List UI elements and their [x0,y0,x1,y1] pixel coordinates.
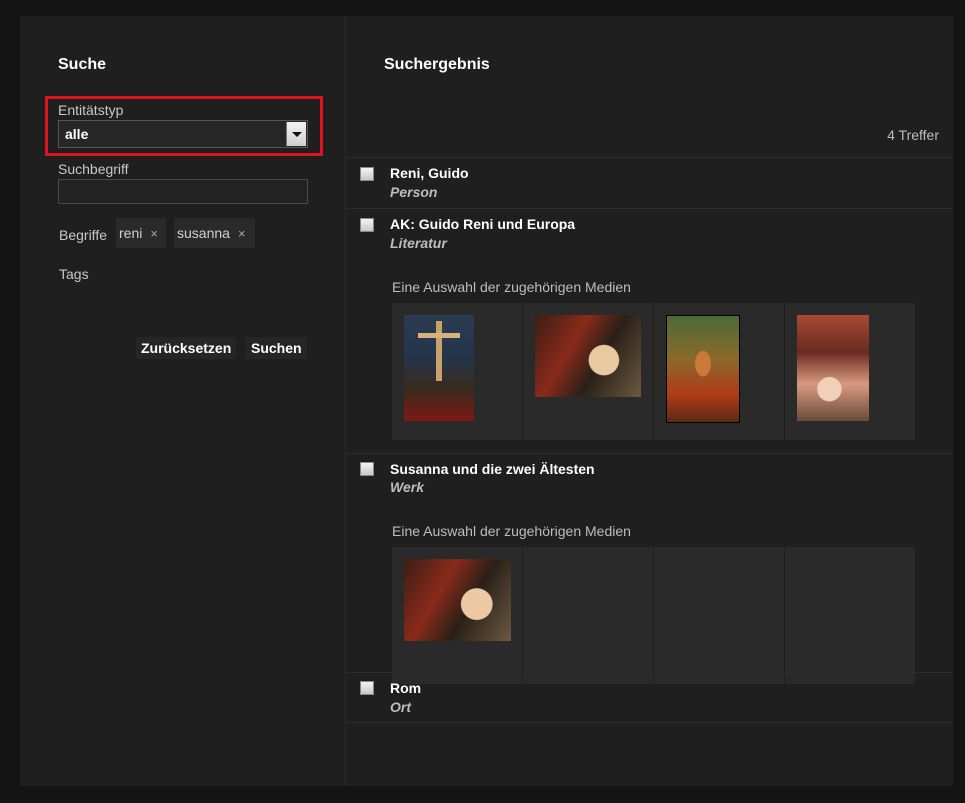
media-thumbnail[interactable] [535,315,641,397]
entity-type-select[interactable]: alle [58,120,308,148]
remove-chip-icon[interactable]: × [238,226,246,241]
media-thumbnail[interactable] [404,315,474,421]
remove-chip-icon[interactable]: × [150,226,158,241]
divider [346,208,953,209]
chip-label: reni [119,225,143,241]
reset-button[interactable]: Zurücksetzen [136,337,237,359]
media-thumbnail[interactable] [666,315,740,423]
result-checkbox[interactable] [360,681,374,695]
term-chip: reni × [116,218,166,248]
search-term-label: Suchbegriff [58,161,129,177]
media-grid [392,547,916,684]
media-cell[interactable] [523,303,653,440]
media-cell-empty [654,547,784,684]
media-cell[interactable] [785,303,915,440]
result-title[interactable]: Rom [390,680,421,696]
result-title[interactable]: Reni, Guido [390,165,469,181]
result-type: Werk [390,479,424,495]
divider [346,453,953,454]
media-label: Eine Auswahl der zugehörigen Medien [392,523,631,539]
divider [346,672,953,673]
result-checkbox[interactable] [360,462,374,476]
result-type: Person [390,184,438,200]
chip-label: susanna [177,225,230,241]
entity-type-label: Entitätstyp [58,102,124,118]
search-button[interactable]: Suchen [246,337,307,359]
app-frame: Suche Entitätstyp alle Suchbegriff Begri… [20,16,953,786]
media-grid [392,303,916,440]
tags-label: Tags [59,266,89,282]
results-count: 4 Treffer [887,127,939,143]
media-thumbnail[interactable] [797,315,869,421]
search-title: Suche [58,56,107,73]
media-cell-empty [523,547,653,684]
term-chip: susanna × [174,218,255,248]
result-title[interactable]: AK: Guido Reni und Europa [390,216,575,232]
media-thumbnail[interactable] [404,559,511,641]
chevron-down-icon[interactable] [286,122,306,146]
result-type: Literatur [390,235,447,251]
search-term-input[interactable] [58,179,308,204]
media-label: Eine Auswahl der zugehörigen Medien [392,279,631,295]
begriffe-label: Begriffe [59,227,107,243]
media-cell-empty [785,547,915,684]
result-checkbox[interactable] [360,218,374,232]
media-cell[interactable] [392,547,522,684]
entity-type-value: alle [65,126,89,142]
results-title: Suchergebnis [384,56,490,73]
results-panel: Suchergebnis 4 Treffer Reni, Guido Perso… [346,16,953,786]
result-checkbox[interactable] [360,167,374,181]
media-cell[interactable] [392,303,522,440]
result-title[interactable]: Susanna und die zwei Ältesten [390,461,595,477]
search-panel: Suche Entitätstyp alle Suchbegriff Begri… [20,16,346,786]
divider [346,157,953,158]
divider [346,722,953,723]
result-type: Ort [390,699,411,715]
media-cell[interactable] [654,303,784,440]
